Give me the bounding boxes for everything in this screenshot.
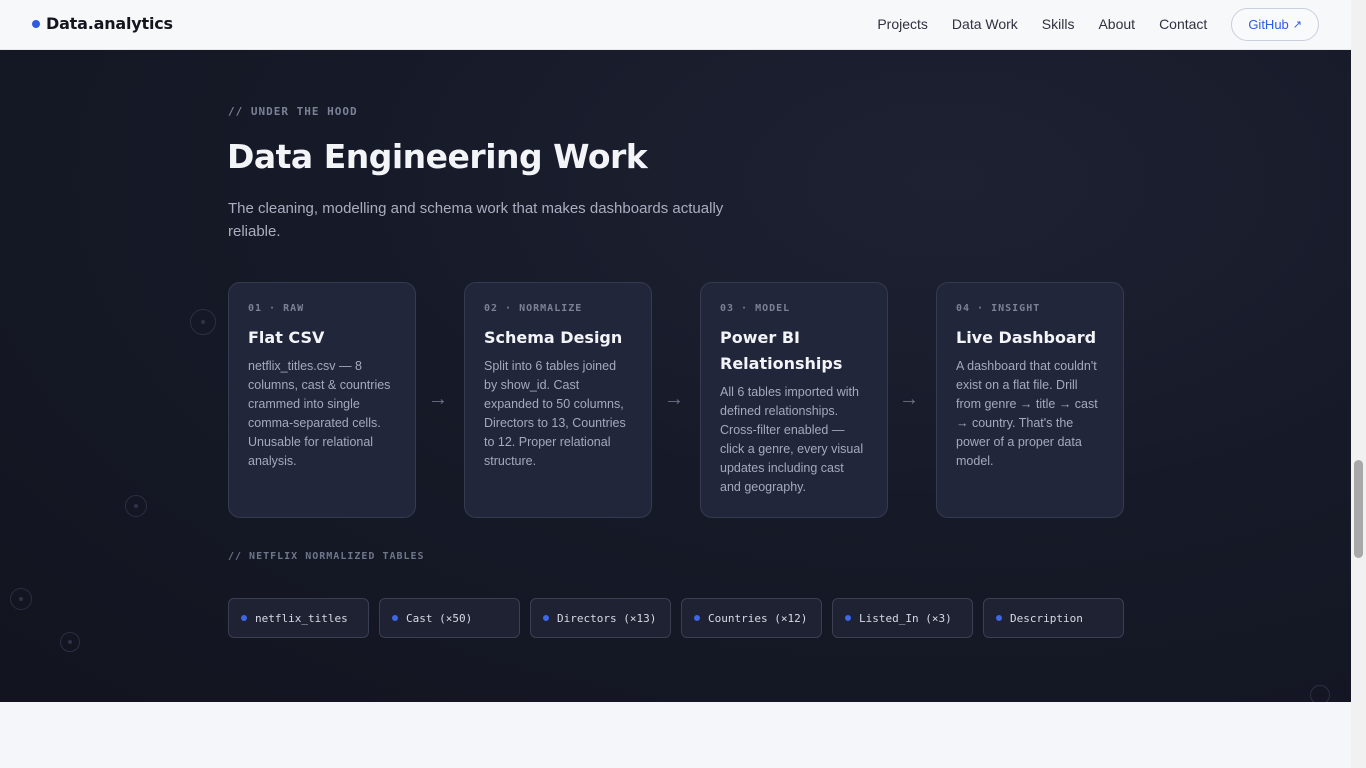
pipeline-card-insight: 04 · INSIGHT Live Dashboard A dashboard … <box>936 282 1124 518</box>
table-chip[interactable]: Countries (×12) <box>681 598 822 638</box>
pipeline-card-normalize: 02 · NORMALIZE Schema Design Split into … <box>464 282 652 518</box>
table-chip-label: Listed_In (×3) <box>859 611 952 625</box>
nav-link-projects[interactable]: Projects <box>877 8 928 41</box>
section-title: Data Engineering Work <box>227 137 648 176</box>
github-button-label: GitHub <box>1248 17 1289 32</box>
chip-dot-icon <box>241 615 247 621</box>
nav-link-about[interactable]: About <box>1098 8 1135 41</box>
chip-dot-icon <box>694 615 700 621</box>
table-chip-label: Cast (×50) <box>406 611 473 625</box>
card-description: Split into 6 tables joined by show_id. C… <box>484 359 626 468</box>
card-step-tag: 01 · RAW <box>248 303 305 314</box>
card-title: Flat CSV <box>248 328 325 347</box>
tables-label: // NETFLIX NORMALIZED TABLES <box>228 551 425 562</box>
bg-circle-decoration <box>1310 685 1330 702</box>
nav-link-skills[interactable]: Skills <box>1042 8 1075 41</box>
brand-dot-icon <box>32 19 40 28</box>
chip-dot-icon <box>392 615 398 621</box>
card-description: A dashboard that couldn't exist on a fla… <box>956 359 1098 468</box>
table-chip-label: Countries (×12) <box>708 611 808 625</box>
arrow-right-icon: → <box>664 388 684 410</box>
pipeline-card-model: 03 · MODEL Power BI Relationships All 6 … <box>700 282 888 518</box>
bg-circle-decoration <box>60 632 80 652</box>
pipeline-card-raw: 01 · RAW Flat CSV netflix_titles.csv — 8… <box>228 282 416 518</box>
card-step-tag: 02 · NORMALIZE <box>484 303 583 314</box>
table-chip[interactable]: Description <box>983 598 1124 638</box>
next-section <box>0 702 1351 768</box>
scrollbar-thumb[interactable] <box>1354 460 1363 558</box>
bg-circle-decoration <box>10 588 32 610</box>
chip-dot-icon <box>845 615 851 621</box>
arrow-right-icon: → <box>428 388 448 410</box>
chip-dot-icon <box>996 615 1002 621</box>
card-title: Live Dashboard <box>956 328 1097 347</box>
nav-link-data-work[interactable]: Data Work <box>952 8 1018 41</box>
external-link-icon: ↗ <box>1292 19 1302 31</box>
card-title: Schema Design <box>484 328 623 347</box>
top-navbar: Data.analytics Projects Data Work Skills… <box>0 0 1351 50</box>
arrow-right-icon: → <box>899 388 919 410</box>
data-work-section: // UNDER THE HOOD Data Engineering Work … <box>0 50 1351 702</box>
chip-dot-icon <box>543 615 549 621</box>
brand-logo[interactable]: Data.analytics <box>32 14 173 33</box>
github-button[interactable]: GitHub ↗ <box>1231 8 1319 41</box>
card-description: All 6 tables imported with defined relat… <box>720 385 864 494</box>
table-chip[interactable]: Listed_In (×3) <box>832 598 973 638</box>
card-step-tag: 04 · INSIGHT <box>956 303 1041 314</box>
nav-links: Projects Data Work Skills About Contact … <box>853 8 1319 41</box>
card-title: Power BI Relationships <box>720 328 843 373</box>
nav-link-contact[interactable]: Contact <box>1159 8 1207 41</box>
bg-circle-decoration <box>190 309 216 335</box>
section-subtitle: The cleaning, modelling and schema work … <box>228 200 724 240</box>
table-chip-label: Directors (×13) <box>557 611 657 625</box>
table-chip-label: netflix_titles <box>255 611 348 625</box>
card-description: netflix_titles.csv — 8 columns, cast & c… <box>248 359 391 468</box>
brand-name: Data.analytics <box>46 14 173 33</box>
card-step-tag: 03 · MODEL <box>720 303 791 314</box>
bg-circle-decoration <box>125 495 147 517</box>
page-scrollbar[interactable] <box>1351 0 1366 768</box>
table-chip-label: Description <box>1010 611 1083 625</box>
table-chip[interactable]: Directors (×13) <box>530 598 671 638</box>
section-eyebrow: // UNDER THE HOOD <box>228 105 358 118</box>
table-chip[interactable]: netflix_titles <box>228 598 369 638</box>
table-chip[interactable]: Cast (×50) <box>379 598 520 638</box>
